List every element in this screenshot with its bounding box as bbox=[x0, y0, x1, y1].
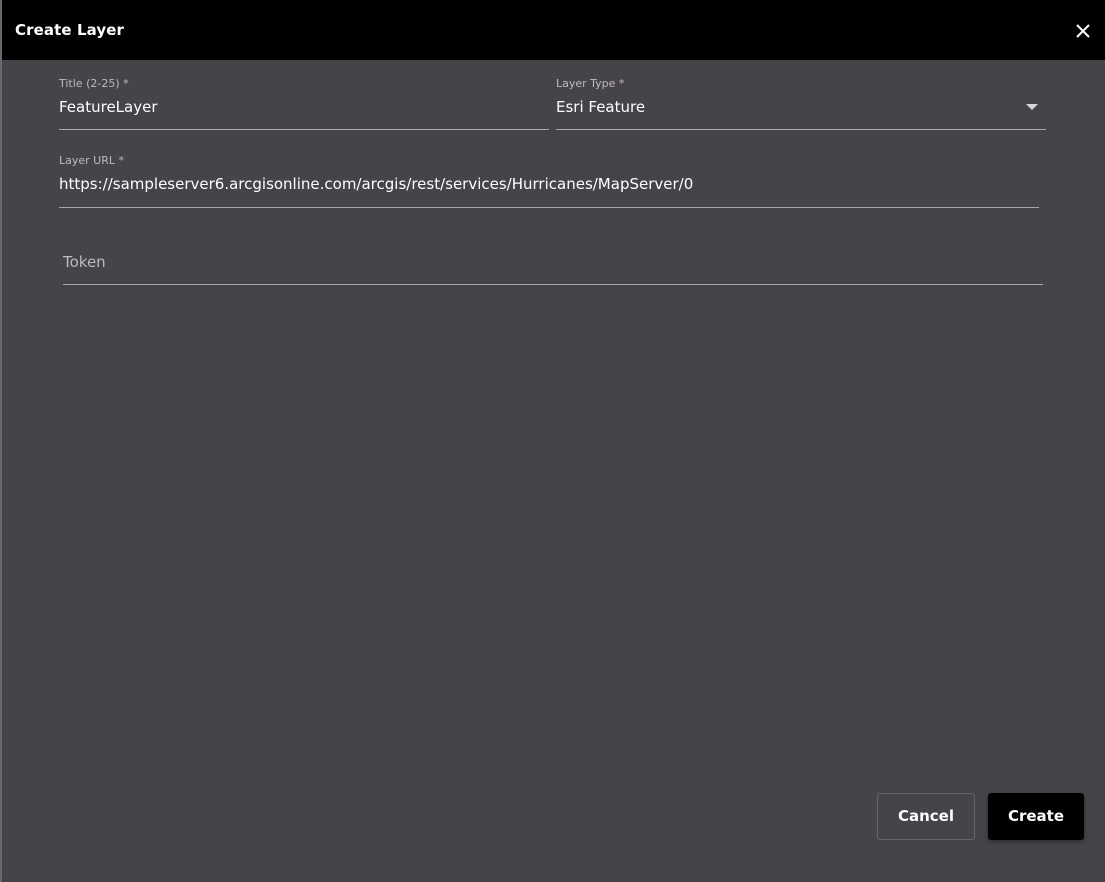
chevron-down-icon[interactable] bbox=[1026, 104, 1038, 110]
layer-url-label: Layer URL * bbox=[59, 154, 124, 167]
token-underline bbox=[63, 284, 1043, 285]
create-button[interactable]: Create bbox=[988, 793, 1084, 840]
title-field-value[interactable]: FeatureLayer bbox=[59, 97, 158, 117]
layer-type-underline bbox=[556, 129, 1046, 130]
close-icon[interactable] bbox=[1072, 20, 1094, 42]
title-field-label: Title (2-25) * bbox=[59, 77, 129, 90]
cancel-button[interactable]: Cancel bbox=[877, 793, 975, 840]
title-field-underline bbox=[59, 129, 549, 130]
layer-url-underline bbox=[59, 207, 1039, 208]
dialog-title: Create Layer bbox=[15, 21, 125, 39]
layer-url-value[interactable]: https://sampleserver6.arcgisonline.com/a… bbox=[59, 174, 693, 194]
layer-type-value[interactable]: Esri Feature bbox=[556, 97, 645, 117]
create-layer-dialog: Create Layer Title (2-25) * FeatureLayer… bbox=[0, 0, 1105, 882]
layer-type-label: Layer Type * bbox=[556, 77, 625, 90]
token-placeholder[interactable]: Token bbox=[63, 252, 106, 272]
dialog-titlebar: Create Layer bbox=[2, 0, 1105, 60]
